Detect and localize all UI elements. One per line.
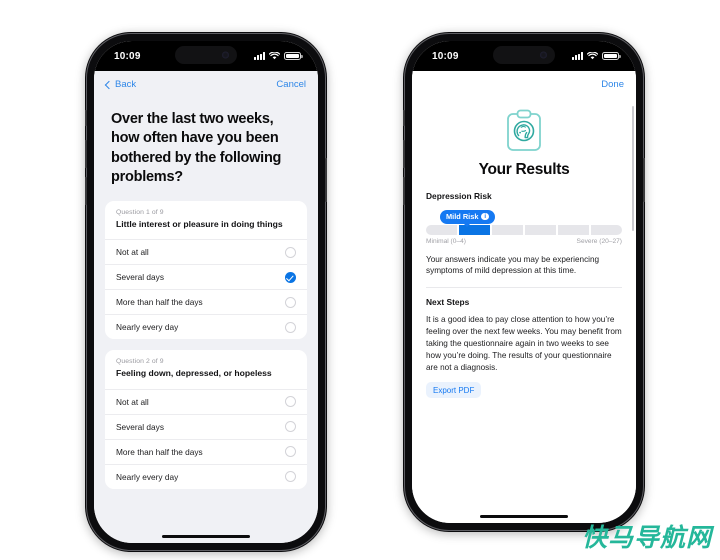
volume-down-button-right[interactable]: [403, 177, 405, 205]
nav-bar-left: Back Cancel: [94, 71, 318, 98]
risk-scale-min-label: Minimal (0–4): [426, 237, 466, 245]
nav-bar-right: Done: [412, 71, 636, 98]
home-indicator[interactable]: [480, 515, 568, 518]
screen-right: 10:09 Done Your Results Depression Risk …: [412, 41, 636, 523]
done-button[interactable]: Done: [601, 79, 624, 90]
question-counter: Question 1 of 9: [116, 209, 164, 217]
answer-option-label: Nearly every day: [116, 471, 179, 482]
answer-option[interactable]: Not at all: [105, 239, 307, 264]
back-button-label: Back: [115, 79, 137, 90]
next-steps-body: It is a good idea to pay close attention…: [426, 315, 622, 372]
radio-selected-check-icon[interactable]: [285, 271, 296, 283]
risk-scale-segment: [590, 225, 623, 235]
export-pdf-button[interactable]: Export PDF: [426, 382, 482, 399]
status-badge-label: Mild Risk: [446, 212, 479, 221]
answer-option-label: Not at all: [116, 396, 149, 407]
silent-switch-right[interactable]: [403, 110, 405, 126]
screen-left: 10:09 Back Cancel Over the last two week…: [94, 41, 318, 543]
question-counter: Question 2 of 9: [116, 358, 164, 366]
volume-down-button-left[interactable]: [85, 177, 87, 205]
questionnaire-headline: Over the last two weeks, how often have …: [111, 111, 282, 185]
risk-scale-segment: [491, 225, 524, 235]
export-wrap: Export PDF: [412, 374, 636, 399]
question-header: Question 1 of 9 Little interest or pleas…: [105, 201, 307, 239]
status-bar-right: 10:09: [412, 41, 636, 71]
dynamic-island: [175, 46, 237, 64]
wifi-icon: [269, 52, 280, 60]
status-badge[interactable]: Mild Risk i: [440, 209, 495, 224]
phone-device-left: 10:09 Back Cancel Over the last two week…: [85, 32, 327, 552]
hero-icon-wrap: [412, 98, 636, 161]
page-title: Your Results: [478, 161, 570, 178]
site-watermark: 快马导航网: [581, 523, 712, 552]
phone-device-right: 10:09 Done Your Results Depression Risk …: [403, 32, 645, 532]
radio-unselected-icon[interactable]: [285, 446, 296, 458]
status-time: 10:09: [432, 50, 459, 62]
answer-option[interactable]: More than half the days: [105, 289, 307, 314]
info-icon[interactable]: i: [481, 212, 489, 221]
battery-icon: [602, 51, 621, 61]
battery-icon: [284, 51, 303, 61]
radio-unselected-icon[interactable]: [285, 396, 296, 408]
answer-option-label: More than half the days: [116, 297, 203, 308]
question-text: Little interest or pleasure in doing thi…: [116, 219, 283, 230]
divider: [426, 287, 622, 289]
radio-unselected-icon[interactable]: [285, 421, 296, 433]
answer-option[interactable]: Nearly every day: [105, 314, 307, 339]
radio-unselected-icon[interactable]: [285, 296, 296, 308]
answer-option-label: Several days: [116, 421, 164, 432]
answer-option-label: More than half the days: [116, 446, 203, 457]
status-time: 10:09: [114, 50, 141, 62]
risk-scale-segment: [524, 225, 557, 235]
question-text: Feeling down, depressed, or hopeless: [116, 368, 272, 379]
answer-option-label: Nearly every day: [116, 322, 179, 333]
answer-option[interactable]: Not at all: [105, 388, 307, 414]
status-bar-left: 10:09: [94, 41, 318, 71]
question-card: Question 2 of 9 Feeling down, depressed,…: [105, 350, 307, 489]
power-button-left[interactable]: [325, 158, 327, 202]
cellular-signal-icon: [572, 52, 583, 60]
answer-option-label: Several days: [116, 272, 164, 283]
home-indicator[interactable]: [162, 535, 250, 538]
volume-up-button-left[interactable]: [85, 140, 87, 168]
summary-text: Your answers indicate you may be experie…: [426, 254, 600, 276]
risk-section-label: Depression Risk: [426, 191, 492, 201]
radio-unselected-icon[interactable]: [285, 321, 296, 333]
volume-up-button-right[interactable]: [403, 140, 405, 168]
silent-switch-left[interactable]: [85, 110, 87, 126]
radio-unselected-icon[interactable]: [285, 471, 296, 483]
questionnaire-scroll-area[interactable]: Over the last two weeks, how often have …: [94, 98, 318, 543]
answer-option[interactable]: Nearly every day: [105, 463, 307, 489]
wifi-icon: [587, 52, 598, 60]
question-header: Question 2 of 9 Feeling down, depressed,…: [105, 350, 307, 388]
results-scroll-area[interactable]: Your Results Depression Risk Mild Risk i…: [412, 98, 636, 523]
risk-badge-row: Mild Risk i: [412, 206, 636, 224]
chevron-left-icon: [104, 80, 114, 89]
risk-scale-segment: [426, 225, 458, 235]
answer-option-label: Not at all: [116, 247, 149, 258]
next-steps-heading: Next Steps: [426, 297, 470, 308]
risk-scale-max-label: Severe (20–27): [576, 237, 622, 245]
risk-scale-segment: [557, 225, 590, 235]
cancel-button[interactable]: Cancel: [276, 79, 306, 90]
cellular-signal-icon: [254, 52, 265, 60]
answer-option[interactable]: Several days: [105, 413, 307, 439]
power-button-right[interactable]: [643, 158, 645, 202]
answer-option[interactable]: More than half the days: [105, 438, 307, 464]
answer-option[interactable]: Several days: [105, 264, 307, 289]
clipboard-brain-icon: [505, 108, 543, 157]
question-card: Question 1 of 9 Little interest or pleas…: [105, 201, 307, 340]
radio-unselected-icon[interactable]: [285, 246, 296, 258]
risk-scale: [426, 225, 623, 235]
risk-scale-labels: Minimal (0–4) Severe (20–27): [412, 238, 636, 245]
back-button[interactable]: Back: [104, 79, 137, 90]
dynamic-island: [493, 46, 555, 64]
